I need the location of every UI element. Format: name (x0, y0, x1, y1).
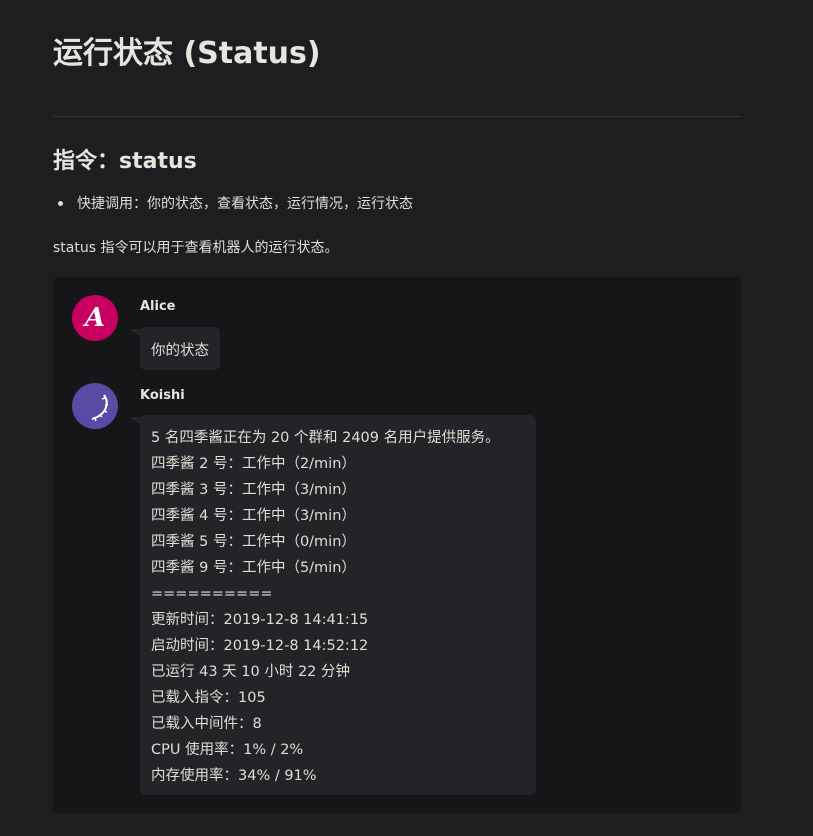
shortcut-list: 快捷调用：你的状态，查看状态，运行情况，运行状态 (58, 193, 413, 213)
message-line: 5 名四季酱正在为 20 个群和 2409 名用户提供服务。 (151, 430, 500, 446)
koishi-message-bubble: 5 名四季酱正在为 20 个群和 2409 名用户提供服务。 四季酱 2 号：工… (129, 415, 536, 795)
message-line: CPU 使用率：1% / 2% (151, 742, 304, 758)
message-line: ========== (151, 586, 273, 602)
koishi-avatar-icon (91, 394, 108, 422)
shortcut-text: 快捷调用：你的状态，查看状态，运行情况，运行状态 (77, 196, 413, 212)
message-line: 四季酱 9 号：工作中（5/min） (151, 560, 356, 576)
page-title: 运行状态 (Status) (53, 36, 321, 71)
alice-message-bubble: 你的状态 (129, 327, 220, 370)
alice-sender-name: Alice (140, 299, 176, 314)
bullet-icon (58, 200, 63, 206)
alice-avatar-letter: A (84, 303, 106, 333)
message-line: 更新时间：2019-12-8 14:41:15 (151, 612, 369, 628)
list-item: 快捷调用：你的状态，查看状态，运行情况，运行状态 (58, 193, 413, 213)
chat-panel: A Alice 你的状态 Koishi 5 名四季酱正在为 20 个群和 240… (53, 277, 741, 813)
message-line: 已运行 43 天 10 小时 22 分钟 (151, 664, 351, 680)
alice-avatar: A (72, 295, 118, 341)
message-line: 四季酱 5 号：工作中（0/min） (151, 534, 356, 550)
divider (53, 116, 741, 117)
description-paragraph: status 指令可以用于查看机器人的运行状态。 (53, 240, 339, 256)
message-line: 启动时间：2019-12-8 14:52:12 (151, 638, 369, 654)
message-line: 已载入中间件：8 (151, 716, 262, 732)
koishi-avatar (72, 383, 118, 429)
koishi-sender-name: Koishi (140, 388, 185, 403)
message-line: 已载入指令：105 (151, 690, 266, 706)
message-line: 四季酱 2 号：工作中（2/min） (151, 456, 356, 472)
message-line: 内存使用率：34% / 91% (151, 768, 317, 784)
message-line: 四季酱 3 号：工作中（3/min） (151, 482, 356, 498)
message-line: 你的状态 (151, 343, 209, 359)
page: 运行状态 (Status) 指令：status 快捷调用：你的状态，查看状态，运… (0, 0, 813, 836)
message-line: 四季酱 4 号：工作中（3/min） (151, 508, 356, 524)
section-heading: 指令：status (53, 149, 197, 174)
